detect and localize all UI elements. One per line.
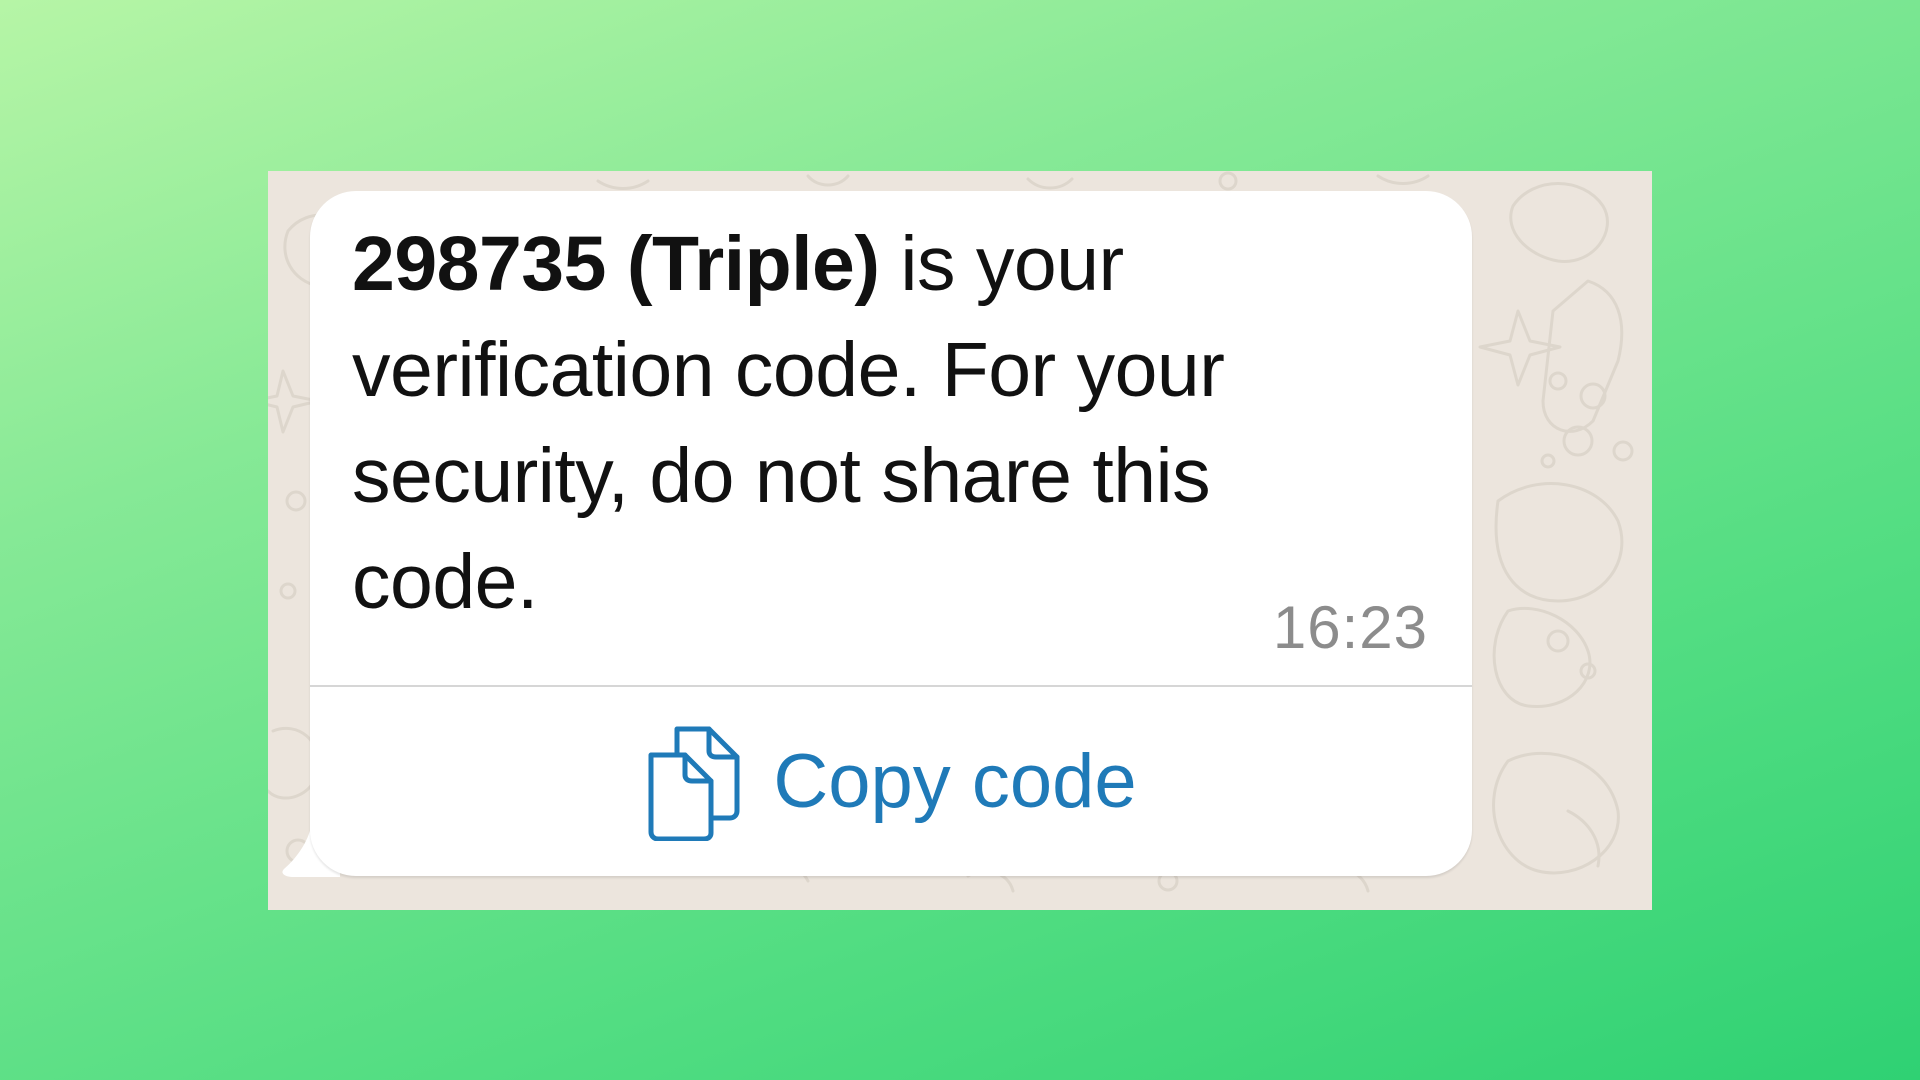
copy-documents-icon <box>648 726 740 841</box>
copy-code-button[interactable]: Copy code <box>310 687 1472 876</box>
message-text: 298735 (Triple) is your verification cod… <box>352 211 1352 635</box>
message-timestamp: 16:23 <box>1272 594 1428 661</box>
bubble-card: 298735 (Triple) is your verification cod… <box>310 191 1472 876</box>
verification-code[interactable]: 298735 (Triple) <box>352 221 880 307</box>
copy-code-label: Copy code <box>773 739 1137 824</box>
message-bubble: 298735 (Triple) is your verification cod… <box>282 191 1472 910</box>
chat-panel: 298735 (Triple) is your verification cod… <box>268 171 1652 910</box>
